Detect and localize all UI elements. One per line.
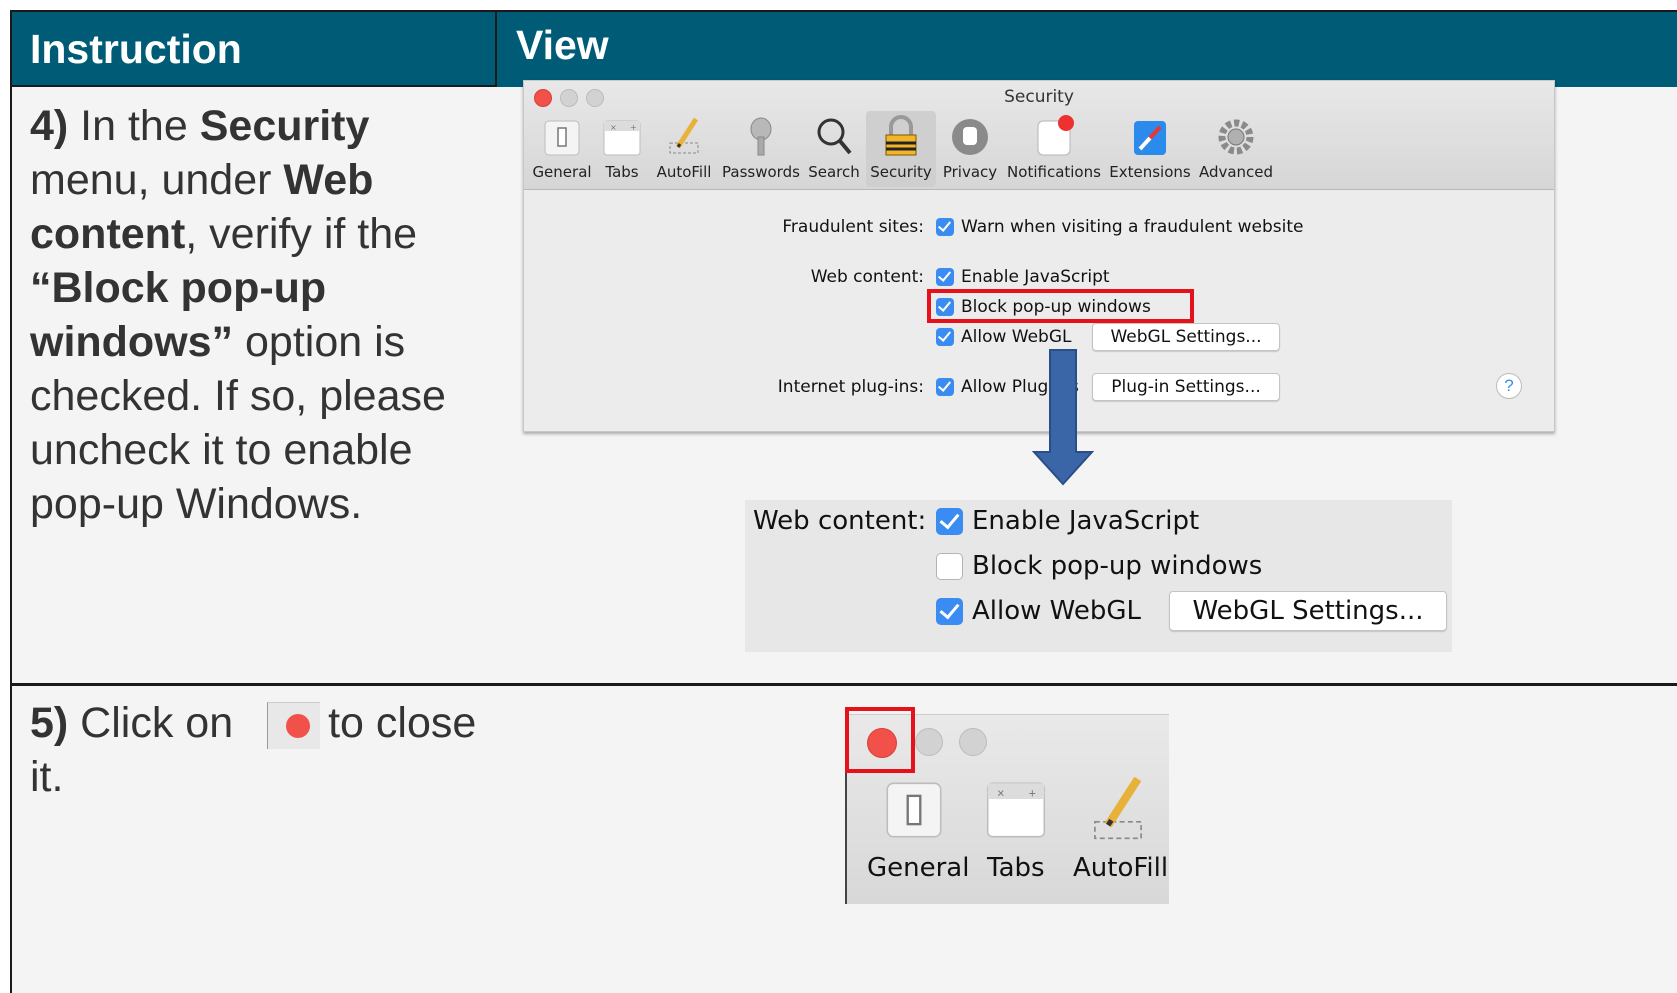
tab-passwords-label: Passwords [722,163,800,181]
close-button-icon [267,702,321,750]
instruction-header: Instruction [10,10,495,87]
zoom-allow-webgl-label: Allow WebGL [972,596,1141,626]
crop-tab-general-label: General [867,853,970,883]
step4-t3: , verify if the [185,210,418,258]
internet-plugins-label: Internet plug-ins: [777,377,924,397]
enable-javascript-checkbox[interactable] [936,268,954,286]
crop-switch-icon [886,782,942,838]
step5-number: 5) [30,699,69,747]
tab-extensions-label: Extensions [1109,163,1191,181]
crop-tabs-icon: × + [986,782,1046,838]
allow-webgl-label: Allow WebGL [961,327,1072,347]
step4-t1: In the [68,102,200,150]
down-arrow-icon [1032,349,1094,486]
tab-security-label: Security [870,163,932,181]
search-icon [817,118,852,155]
window-title: Security [1004,87,1074,107]
crop-pencil-icon [1094,776,1142,840]
hand-icon [952,119,988,155]
svg-text:+: + [630,123,637,132]
svg-text:×: × [610,123,617,132]
tab-tabs-label: Tabs [605,163,639,181]
tab-privacy[interactable]: Privacy [938,111,1002,187]
step4-t2: menu, under [30,156,284,204]
allow-webgl-checkbox[interactable] [936,328,954,346]
plugin-settings-button[interactable]: Plug-in Settings... [1092,373,1280,401]
zoom-enable-javascript-label: Enable JavaScript [972,506,1200,536]
block-popups-highlight [927,289,1194,323]
web-content-label: Web content: [810,267,924,287]
tab-privacy-label: Privacy [942,163,998,181]
tab-advanced-label: Advanced [1198,163,1274,181]
svg-text:×: × [997,786,1004,800]
svg-text:+: + [1029,786,1036,800]
pencil-icon [669,117,699,154]
close-button-highlight [845,707,915,773]
instruction-header-label: Instruction [30,26,242,72]
tab-extensions[interactable]: Extensions [1108,111,1192,187]
help-button[interactable]: ? [1496,373,1522,399]
step4-number: 4) [30,102,69,150]
step5-instruction-cell: 5) Click on to close it. [10,683,497,993]
compass-icon [1134,121,1166,155]
zoom-allow-webgl-checkbox[interactable] [936,598,963,625]
crop-minimize-button[interactable] [915,728,943,756]
zoom-block-popups-checkbox[interactable] [936,553,963,580]
tab-notifications[interactable]: Notifications [1004,111,1104,187]
fraudulent-checkbox[interactable] [936,218,954,236]
step5-text: 5) Click on to close it. [30,696,480,804]
key-icon [750,117,772,156]
notification-icon [1037,115,1074,156]
step5-t1: Click on [68,699,246,747]
fraudulent-sites-label: Fraudulent sites: [782,217,924,237]
tab-autofill[interactable]: AutoFill [652,111,716,187]
zoom-webgl-settings-button[interactable]: WebGL Settings... [1169,591,1447,631]
crop-tab-autofill-label: AutoFill [1073,853,1169,883]
zoomed-web-content-panel: Web content: Enable JavaScript Block pop… [745,500,1452,652]
fraudulent-option-label: Warn when visiting a fraudulent website [961,217,1304,237]
gear-icon [1218,119,1254,155]
tabs-icon: × + [603,120,641,156]
tab-search[interactable]: Search [806,111,862,187]
step4-instruction-cell: 4) In the Security menu, under Web conte… [10,87,497,685]
step4-b1: Security [199,102,370,150]
tab-security[interactable]: Security [866,111,936,187]
switch-icon [544,120,580,156]
tab-tabs[interactable]: × + Tabs [596,111,648,187]
tab-search-label: Search [808,163,860,181]
tab-autofill-label: AutoFill [656,163,712,181]
zoom-web-content-label: Web content: [753,506,927,536]
zoom-enable-javascript-checkbox[interactable] [936,508,963,535]
step4-text: 4) In the Security menu, under Web conte… [30,99,480,531]
tab-general[interactable]: General [530,111,594,187]
crop-tab-tabs-label: Tabs [987,853,1045,883]
tab-general-label: General [532,163,592,181]
zoom-block-popups-label: Block pop-up windows [972,551,1263,581]
view-header: View [495,10,1677,87]
tab-notifications-label: Notifications [1007,163,1101,181]
tab-passwords[interactable]: Passwords [718,111,804,187]
webgl-settings-button[interactable]: WebGL Settings... [1092,323,1280,351]
tab-advanced[interactable]: Advanced [1196,111,1276,187]
view-header-label: View [516,22,609,68]
enable-javascript-label: Enable JavaScript [961,267,1110,287]
crop-zoom-button[interactable] [959,728,987,756]
preferences-toolbar: Security General × + Tabs AutoFill Passwo… [524,81,1554,190]
lock-icon [885,115,917,156]
allow-plugins-checkbox[interactable] [936,378,954,396]
